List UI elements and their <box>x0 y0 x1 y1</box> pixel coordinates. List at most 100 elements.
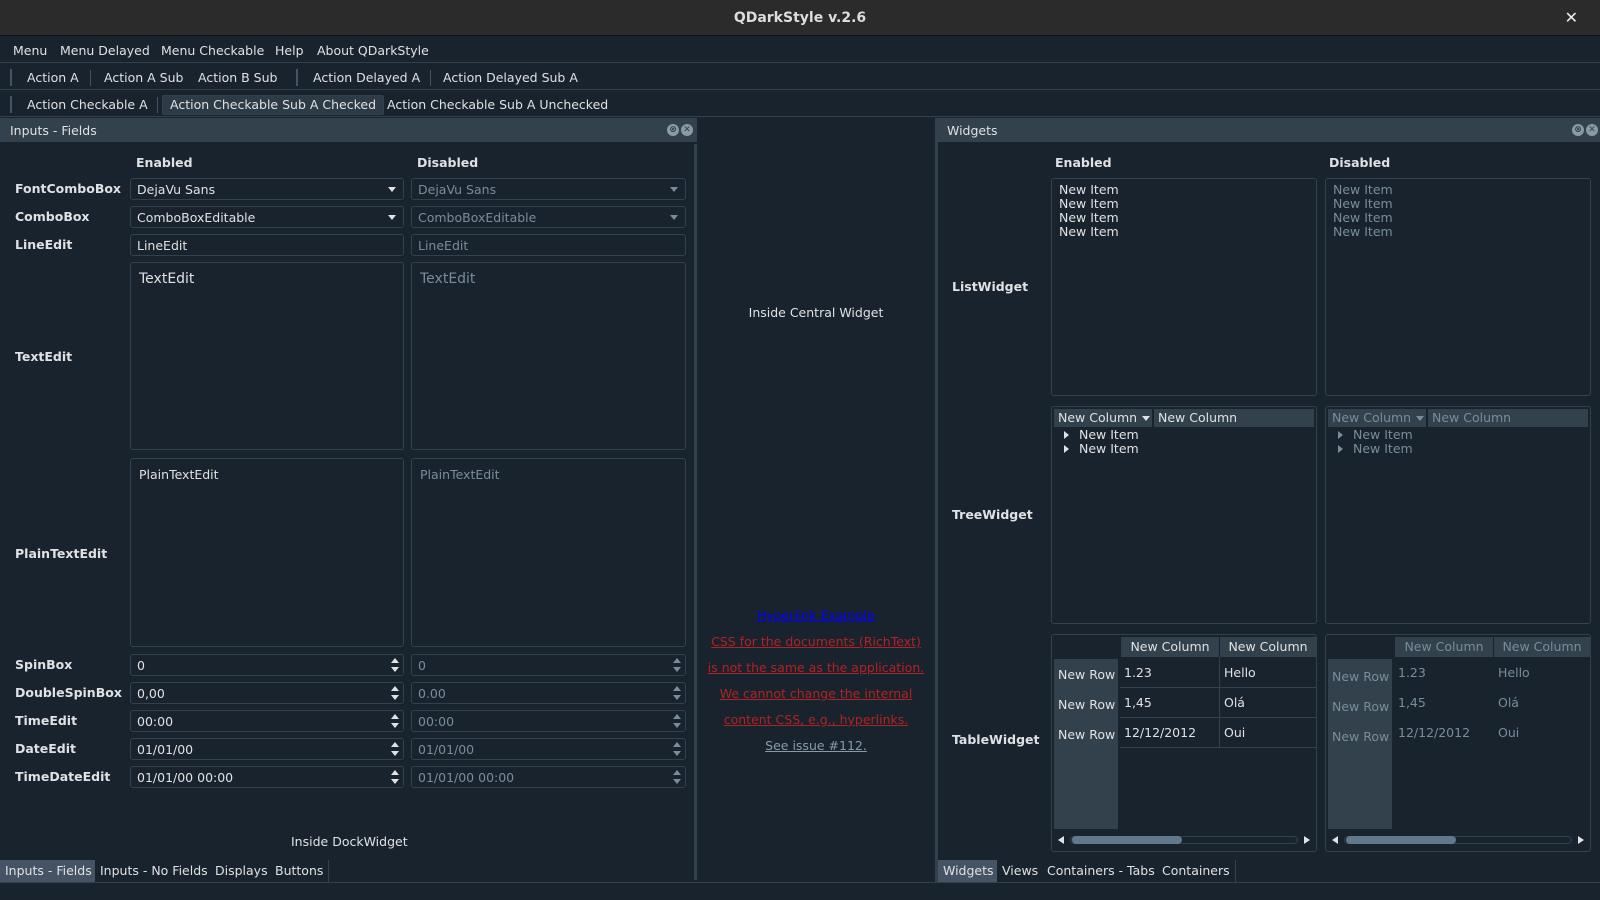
scroll-right-icon[interactable] <box>1304 836 1310 844</box>
fontcombobox-enabled[interactable]: DejaVu Sans <box>130 178 404 200</box>
spin-buttons[interactable] <box>387 655 403 675</box>
listwidget-enabled[interactable]: New Item New Item New Item New Item <box>1051 178 1317 396</box>
tab-widgets[interactable]: Widgets <box>938 860 1000 882</box>
tab-buttons[interactable]: Buttons <box>270 860 330 882</box>
tab-views[interactable]: Views <box>997 860 1045 882</box>
menu-item-menu-checkable[interactable]: Menu Checkable <box>161 43 264 58</box>
action-checkable-a-button[interactable]: Action Checkable A <box>19 95 156 115</box>
plaintextedit-enabled[interactable]: PlainTextEdit <box>130 458 404 647</box>
scroll-thumb[interactable] <box>1072 836 1182 844</box>
tree-column-header[interactable]: New Column <box>1154 409 1314 427</box>
spin-up-icon[interactable] <box>391 770 399 775</box>
dock-title: Inputs - Fields <box>10 123 97 138</box>
richtext-note-line: We cannot change the internal <box>719 686 913 701</box>
list-item[interactable]: New Item <box>1059 225 1119 239</box>
spin-up-icon[interactable] <box>391 714 399 719</box>
menu-item-about[interactable]: About QDarkStyle <box>317 43 429 58</box>
table-row-label[interactable]: New Row <box>1058 727 1115 742</box>
action-delayed-sub-a-button[interactable]: Action Delayed Sub A <box>435 68 586 88</box>
spin-down-icon[interactable] <box>391 779 399 784</box>
float-icon[interactable]: ⊗ <box>1572 124 1584 136</box>
table-cell[interactable]: Oui <box>1224 725 1245 740</box>
combobox-enabled[interactable]: ComboBoxEditable <box>130 206 404 228</box>
combobox-value: ComboBoxEditable <box>418 210 537 225</box>
table-column-header[interactable]: New Column <box>1220 637 1316 657</box>
list-item[interactable]: New Item <box>1059 211 1119 225</box>
tree-item-label: New Item <box>1353 441 1413 456</box>
tab-containers[interactable]: Containers <box>1157 860 1236 882</box>
table-cell[interactable]: 1,45 <box>1124 695 1152 710</box>
tab-inputs-fields[interactable]: Inputs - Fields <box>0 860 98 882</box>
doublespinbox-enabled[interactable]: 0,00 <box>130 682 404 704</box>
menu-item-menu[interactable]: Menu <box>13 43 47 58</box>
dock-widgets: Widgets ⊗ ✕ Enabled Disabled ListWidget … <box>935 118 1600 882</box>
spin-buttons[interactable] <box>387 767 403 787</box>
close-icon[interactable]: ✕ <box>1565 8 1578 27</box>
close-icon[interactable]: ✕ <box>681 124 693 136</box>
spin-down-icon[interactable] <box>391 751 399 756</box>
richtext-note-line: content CSS, e.g., hyperlinks. <box>723 712 909 727</box>
action-a-button[interactable]: Action A <box>19 68 87 88</box>
tablewidget-enabled[interactable]: New Column New Column New Row New Row Ne… <box>1051 634 1317 852</box>
window-title: QDarkStyle v.2.6 <box>733 10 867 26</box>
tree-item[interactable]: New Item <box>1060 427 1139 442</box>
dateedit-value: 01/01/00 <box>418 742 475 757</box>
issue-link[interactable]: See issue #112. <box>702 738 930 753</box>
list-item[interactable]: New Item <box>1059 197 1119 211</box>
action-a-sub-button[interactable]: Action A Sub <box>96 68 191 88</box>
toolbar-handle[interactable] <box>296 69 298 86</box>
lineedit-value: LineEdit <box>418 238 469 253</box>
list-item[interactable]: New Item <box>1059 183 1119 197</box>
action-delayed-a-button[interactable]: Action Delayed A <box>305 68 428 88</box>
plaintextedit-value: PlainTextEdit <box>420 467 500 482</box>
toolbar-handle[interactable] <box>10 69 12 86</box>
tree-column-header-label: New Column <box>1432 410 1512 425</box>
hyperlink-example[interactable]: Hyperlink Example <box>702 608 930 623</box>
tree-column-header[interactable]: New Column <box>1054 409 1152 427</box>
lineedit-enabled[interactable]: LineEdit <box>130 234 404 256</box>
spin-buttons[interactable] <box>387 739 403 759</box>
menu-item-help[interactable]: Help <box>275 43 304 58</box>
spin-buttons[interactable] <box>387 711 403 731</box>
textedit-enabled[interactable]: TextEdit <box>130 262 404 450</box>
dock-splitter[interactable] <box>694 144 697 880</box>
scroll-left-icon[interactable] <box>1058 836 1064 844</box>
table-column-header[interactable]: New Column <box>1121 637 1219 657</box>
table-cell[interactable]: 1.23 <box>1124 665 1152 680</box>
tab-inputs-no-fields[interactable]: Inputs - No Fields <box>95 860 214 882</box>
spin-up-icon[interactable] <box>391 686 399 691</box>
tree-item[interactable]: New Item <box>1060 441 1139 456</box>
tab-containers-tabs[interactable]: Containers - Tabs <box>1042 860 1161 882</box>
spin-up-icon[interactable] <box>391 658 399 663</box>
treewidget-enabled[interactable]: New Column New Column New Item New Item <box>1051 406 1317 624</box>
expand-arrow-icon[interactable] <box>1064 431 1069 439</box>
tab-displays[interactable]: Displays <box>210 860 274 882</box>
timedateedit-enabled[interactable]: 01/01/00 00:00 <box>130 766 404 788</box>
table-row-label[interactable]: New Row <box>1058 667 1115 682</box>
spin-up-icon[interactable] <box>391 742 399 747</box>
table-cell[interactable]: Hello <box>1224 665 1256 680</box>
float-icon[interactable]: ⊗ <box>667 124 679 136</box>
expand-arrow-icon[interactable] <box>1064 445 1069 453</box>
table-cell[interactable]: Olá <box>1224 695 1245 710</box>
table-cell[interactable]: 12/12/2012 <box>1124 725 1196 740</box>
spin-down-icon[interactable] <box>391 667 399 672</box>
dock-splitter[interactable] <box>935 118 938 882</box>
horizontal-scrollbar[interactable] <box>1054 833 1314 847</box>
dateedit-enabled[interactable]: 01/01/00 <box>130 738 404 760</box>
spin-down-icon[interactable] <box>391 695 399 700</box>
action-checkable-sub-a-checked-button[interactable]: Action Checkable Sub A Checked <box>162 95 385 115</box>
chevron-down-icon <box>388 187 396 192</box>
spin-down-icon[interactable] <box>391 723 399 728</box>
title-bar: QDarkStyle v.2.6 ✕ <box>0 0 1600 36</box>
spinbox-enabled[interactable]: 0 <box>130 654 404 676</box>
spin-down-icon <box>673 667 681 672</box>
menu-item-menu-delayed[interactable]: Menu Delayed <box>60 43 150 58</box>
action-checkable-sub-a-unchecked-button[interactable]: Action Checkable Sub A Unchecked <box>379 95 616 115</box>
toolbar-handle[interactable] <box>10 96 12 113</box>
table-row-label[interactable]: New Row <box>1058 697 1115 712</box>
close-icon[interactable]: ✕ <box>1586 124 1598 136</box>
spin-buttons[interactable] <box>387 683 403 703</box>
timeedit-enabled[interactable]: 00:00 <box>130 710 404 732</box>
action-b-sub-button[interactable]: Action B Sub <box>190 68 285 88</box>
